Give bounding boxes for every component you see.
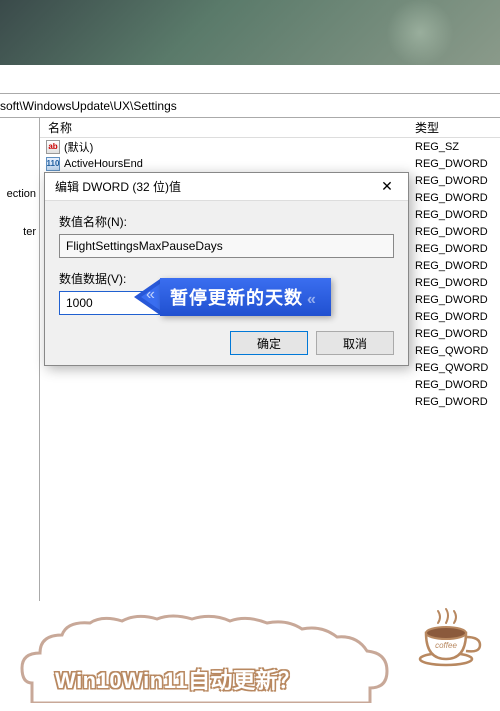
coffee-cup-icon: coffee (416, 601, 486, 671)
tree-panel[interactable]: ection ter (0, 118, 40, 601)
cancel-button[interactable]: 取消 (316, 331, 394, 355)
row-type: REG_DWORD (415, 192, 500, 204)
bottom-overlay: Win10Win11自动更新？ coffee (0, 601, 500, 711)
row-type: REG_QWORD (415, 345, 500, 357)
row-type: REG_DWORD (415, 243, 500, 255)
list-row[interactable]: 110 ActiveHoursEndREG_DWORD (40, 155, 500, 172)
list-header: 名称 类型 (40, 118, 500, 138)
background-image (0, 0, 500, 65)
annotation-callout: 暂停更新的天数 (134, 278, 331, 316)
row-type: REG_DWORD (415, 175, 500, 187)
row-type: REG_DWORD (415, 209, 500, 221)
row-type: REG_DWORD (415, 158, 500, 170)
ok-button[interactable]: 确定 (230, 331, 308, 355)
row-type: REG_DWORD (415, 277, 500, 289)
close-button[interactable]: ✕ (372, 176, 402, 198)
row-name: (默认) (64, 139, 415, 155)
value-name-label: 数值名称(N): (59, 213, 394, 230)
row-type: REG_DWORD (415, 226, 500, 238)
column-type-header[interactable]: 类型 (415, 119, 500, 136)
gap (0, 65, 500, 93)
row-type: REG_DWORD (415, 311, 500, 323)
reg-dword-icon: 110 (46, 157, 60, 171)
dialog-titlebar[interactable]: 编辑 DWORD (32 位)值 ✕ (45, 173, 408, 201)
row-type: REG_DWORD (415, 328, 500, 340)
row-type: REG_QWORD (415, 362, 500, 374)
reg-sz-icon: ab (46, 140, 60, 154)
row-type: REG_DWORD (415, 396, 500, 408)
list-row[interactable]: REG_DWORD (40, 393, 500, 410)
row-type: REG_DWORD (415, 294, 500, 306)
dialog-title: 编辑 DWORD (32 位)值 (55, 178, 181, 195)
tree-item[interactable]: ection (7, 188, 36, 200)
row-type: REG_DWORD (415, 260, 500, 272)
row-type: REG_DWORD (415, 379, 500, 391)
edit-dword-dialog: 编辑 DWORD (32 位)值 ✕ 数值名称(N): 数值数据(V): 十进制… (44, 172, 409, 366)
list-row[interactable]: ab (默认)REG_SZ (40, 138, 500, 155)
annotation-text: 暂停更新的天数 (160, 278, 331, 316)
column-name-header[interactable]: 名称 (40, 119, 415, 136)
caption-text: Win10Win11自动更新？ (55, 663, 300, 695)
cloud-shape (12, 613, 412, 703)
svg-text:coffee: coffee (435, 641, 457, 650)
row-type: REG_SZ (415, 141, 500, 153)
row-name: ActiveHoursEnd (64, 158, 415, 170)
list-row[interactable]: REG_DWORD (40, 376, 500, 393)
arrow-left-icon (134, 279, 160, 315)
tree-item[interactable]: ter (23, 226, 36, 238)
address-bar[interactable]: soft\WindowsUpdate\UX\Settings (0, 94, 500, 118)
value-name-input[interactable] (59, 234, 394, 258)
